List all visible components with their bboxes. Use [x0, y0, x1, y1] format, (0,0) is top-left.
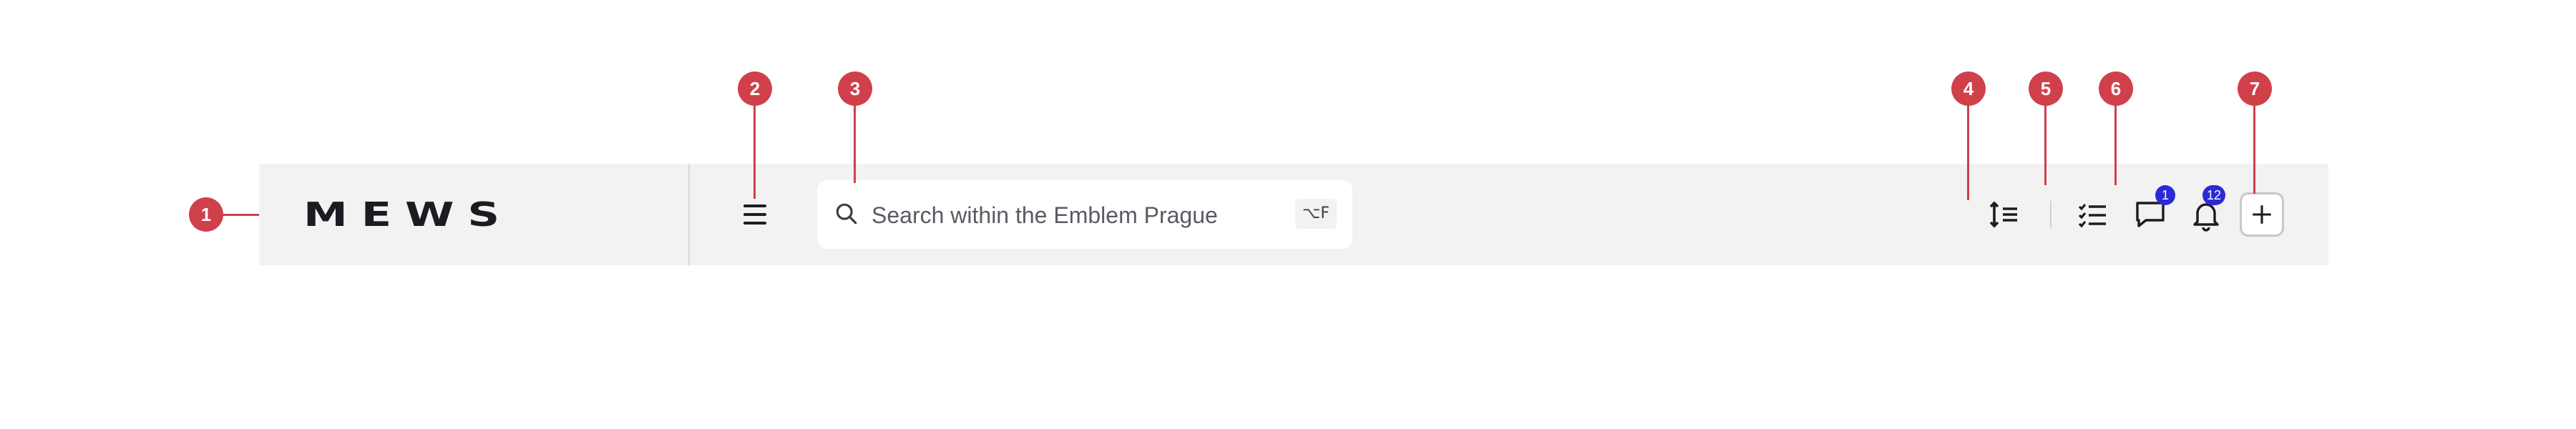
toolbar-divider: [2050, 201, 2051, 228]
search-input[interactable]: [870, 194, 1245, 236]
callout-line: [2253, 104, 2255, 194]
plus-icon: [2253, 205, 2271, 224]
menu-icon-line: [743, 222, 766, 225]
callout-line: [854, 104, 856, 183]
add-button[interactable]: [2240, 192, 2284, 237]
notifications-button[interactable]: 12: [2187, 185, 2226, 234]
callout-marker-5: 5: [2029, 72, 2063, 106]
menu-icon-line: [743, 204, 766, 207]
callout-line: [2044, 104, 2046, 185]
callout-line: [2114, 104, 2117, 185]
search-shortcut-hint: ⌥F: [1294, 199, 1337, 229]
callout-marker-3: 3: [838, 72, 872, 106]
callout-marker-4: 4: [1951, 72, 1986, 106]
callout-line: [753, 104, 756, 199]
top-header-bar: MEWS ⌥F: [259, 164, 2328, 265]
callout-line: [223, 214, 259, 216]
line-height-button[interactable]: [1985, 195, 2024, 234]
callout-marker-1: 1: [189, 197, 223, 232]
line-height-icon: [1989, 201, 2017, 228]
menu-button[interactable]: [736, 195, 774, 234]
mews-logo[interactable]: MEWS: [303, 189, 513, 240]
callout-marker-6: 6: [2099, 72, 2133, 106]
logo-area: MEWS: [259, 164, 690, 265]
tasks-button[interactable]: [2074, 195, 2112, 234]
callout-marker-2: 2: [738, 72, 772, 106]
menu-icon-line: [743, 213, 766, 216]
callout-line: [1967, 104, 1969, 200]
checklist-icon: [2078, 203, 2106, 228]
search-box[interactable]: ⌥F: [817, 180, 1352, 249]
search-icon: [836, 203, 857, 225]
notifications-badge: 12: [2202, 185, 2226, 205]
messages-button[interactable]: 1: [2131, 185, 2175, 234]
messages-badge: 1: [2155, 185, 2175, 205]
callout-marker-7: 7: [2238, 72, 2272, 106]
